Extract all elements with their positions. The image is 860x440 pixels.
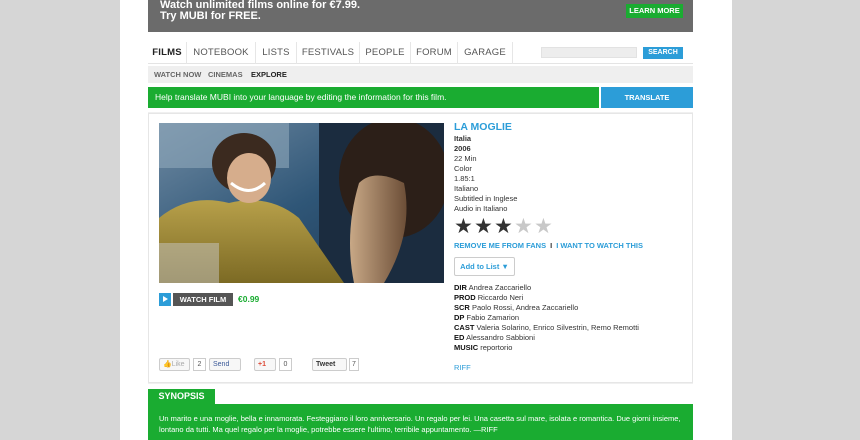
credit-names[interactable]: Andrea Zaccariello (469, 283, 532, 292)
credit-names[interactable]: Valeria Solarino, Enrico Silvestrin, Rem… (477, 323, 639, 332)
google-plus-button[interactable]: +1 (254, 358, 276, 371)
tab-lists[interactable]: LISTS (256, 42, 297, 64)
translate-button[interactable]: TRANSLATE (601, 87, 693, 108)
search-input[interactable] (541, 47, 637, 58)
credit-row: PROD Riccardo Neri (454, 293, 523, 303)
link-separator: I (550, 241, 553, 250)
gplus-label: +1 (258, 361, 266, 368)
credit-role: CAST (454, 323, 475, 332)
star-icon[interactable]: ★ (534, 216, 553, 238)
film-year[interactable]: 2006 (454, 144, 471, 154)
film-duration: 22 Min (454, 154, 477, 163)
watch-film-button[interactable]: WATCH FILM (173, 293, 233, 306)
credit-role: SCR (454, 303, 470, 312)
credit-names[interactable]: Alessandro Sabbioni (466, 333, 535, 342)
star-icon[interactable]: ★ (454, 216, 473, 238)
film-subtitles: Subtitled in Inglese (454, 194, 518, 203)
star-icon[interactable]: ★ (514, 216, 533, 238)
subnav-watch-now[interactable]: WATCH NOW (154, 66, 201, 83)
film-country[interactable]: Italia (454, 134, 471, 144)
play-icon[interactable] (159, 293, 171, 306)
tweet-count: 7 (349, 358, 359, 371)
sub-nav: WATCH NOW CINEMAS EXPLORE (148, 66, 693, 83)
remove-from-fans-link[interactable]: REMOVE ME FROM FANS (454, 241, 546, 250)
film-title[interactable]: LA MOGLIE (454, 121, 512, 133)
credit-names[interactable]: reportorio (480, 343, 512, 352)
tweet-button[interactable]: Tweet (312, 358, 347, 371)
tab-people[interactable]: PEOPLE (360, 42, 411, 64)
credit-row: ED Alessandro Sabbioni (454, 333, 535, 343)
credit-names[interactable]: Paolo Rossi, Andrea Zaccariello (472, 303, 578, 312)
thumbs-up-icon: 👍 (163, 361, 172, 368)
credit-row: SCR Paolo Rossi, Andrea Zaccariello (454, 303, 578, 313)
synopsis-heading: SYNOPSIS (148, 389, 215, 404)
credit-names[interactable]: Fabio Zamarion (467, 313, 520, 322)
facebook-send-button[interactable]: Send (209, 358, 241, 371)
film-still-illustration (159, 123, 444, 283)
tweet-label: Tweet (316, 361, 336, 368)
film-color: Color (454, 164, 472, 173)
credit-names[interactable]: Riccardo Neri (478, 293, 523, 302)
add-to-list-dropdown[interactable]: Add to List ▼ (454, 257, 515, 276)
credit-role: DIR (454, 283, 467, 292)
promo-line-2: Try MUBI for FREE. (160, 10, 261, 22)
page-background-right (732, 0, 860, 440)
fan-links: REMOVE ME FROM FANS I I WANT TO WATCH THIS (454, 241, 643, 250)
source-link[interactable]: RIFF (454, 363, 471, 372)
credit-row: DIR Andrea Zaccariello (454, 283, 531, 293)
want-to-watch-link[interactable]: I WANT TO WATCH THIS (556, 241, 643, 250)
watch-price: €0.99 (238, 294, 260, 304)
film-language: Italiano (454, 184, 479, 193)
send-label: Send (213, 361, 230, 368)
tab-garage[interactable]: GARAGE (458, 42, 513, 64)
page-background-left (0, 0, 120, 440)
credit-role: DP (454, 313, 465, 322)
film-still-image (159, 123, 444, 283)
tab-notebook[interactable]: NOTEBOOK (187, 42, 256, 64)
credit-role: PROD (454, 293, 476, 302)
star-icon[interactable]: ★ (474, 216, 493, 238)
facebook-like-button[interactable]: 👍Like (159, 358, 190, 371)
credit-row: MUSIC reportorio (454, 343, 512, 353)
subnav-cinemas[interactable]: CINEMAS (208, 66, 243, 83)
credit-row: CAST Valeria Solarino, Enrico Silvestrin… (454, 323, 639, 333)
learn-more-button[interactable]: LEARN MORE (626, 4, 683, 18)
synopsis-text: Un marito e una moglie, bella e innamora… (148, 404, 693, 440)
like-count: 2 (193, 358, 206, 371)
tab-forum[interactable]: FORUM (411, 42, 458, 64)
film-audio: Audio in Italiano (454, 204, 508, 213)
subnav-explore[interactable]: EXPLORE (251, 66, 287, 83)
translate-banner: Help translate MUBI into your language b… (148, 87, 599, 108)
gplus-count: 0 (279, 358, 292, 371)
search-button[interactable]: SEARCH (643, 47, 683, 59)
tab-festivals[interactable]: FESTIVALS (297, 42, 360, 64)
star-icon[interactable]: ★ (494, 216, 513, 238)
credit-role: ED (454, 333, 465, 342)
credit-role: MUSIC (454, 343, 479, 352)
credit-row: DP Fabio Zamarion (454, 313, 519, 323)
like-label: Like (171, 361, 185, 368)
main-nav: FILMS NOTEBOOK LISTS FESTIVALS PEOPLE FO… (148, 42, 693, 64)
tab-films[interactable]: FILMS (148, 42, 187, 64)
film-aspect-ratio: 1.85:1 (454, 174, 475, 183)
promo-bar: Watch unlimited films online for €7.99. … (148, 0, 693, 32)
